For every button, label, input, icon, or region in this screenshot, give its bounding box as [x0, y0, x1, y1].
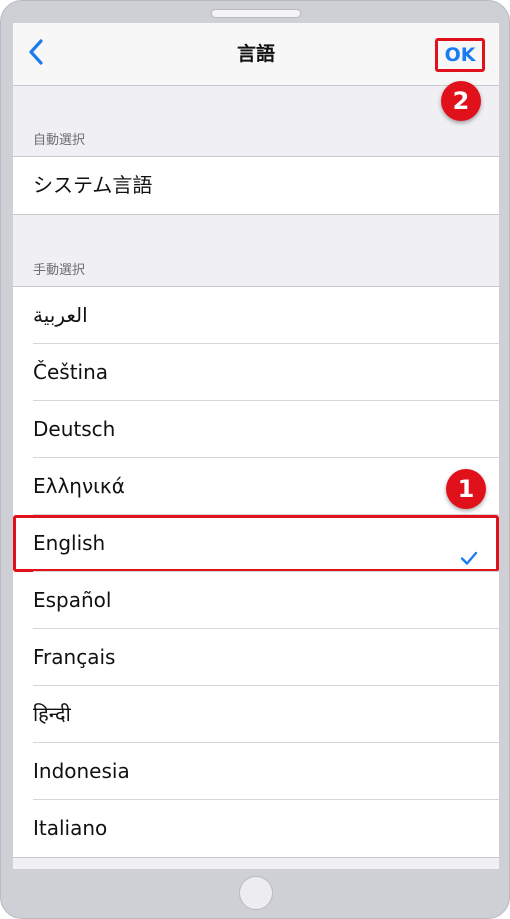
annotation-marker-1: 1: [446, 469, 486, 509]
page-title: 言語: [236, 43, 275, 65]
checkmark-icon: [459, 533, 479, 565]
home-button[interactable]: [239, 876, 273, 910]
auto-select-list: システム言語: [13, 156, 499, 215]
language-list: العربية Čeština Deutsch Ελληνικά English…: [13, 286, 499, 858]
language-item[interactable]: Indonesia: [13, 743, 499, 800]
language-item[interactable]: Français: [13, 629, 499, 686]
language-item[interactable]: العربية: [13, 287, 499, 344]
language-label: English: [33, 531, 106, 555]
ok-button[interactable]: OK: [435, 38, 485, 72]
language-item[interactable]: हिन्दी: [13, 686, 499, 743]
language-item-selected[interactable]: English: [13, 515, 499, 572]
language-item[interactable]: Italiano: [13, 800, 499, 857]
screen: 言語 OK 自動選択 システム言語 手動選択 العربية Čeština D…: [13, 23, 499, 869]
language-item[interactable]: Deutsch: [13, 401, 499, 458]
section-header-manual: 手動選択: [33, 263, 86, 278]
navigation-bar: 言語 OK: [13, 23, 499, 86]
speaker-grille: [211, 9, 301, 18]
list-item-system-language[interactable]: システム言語: [13, 157, 499, 214]
phone-frame: 言語 OK 自動選択 システム言語 手動選択 العربية Čeština D…: [0, 0, 510, 919]
language-item[interactable]: Ελληνικά: [13, 458, 499, 515]
language-item[interactable]: Español: [13, 572, 499, 629]
language-item[interactable]: Čeština: [13, 344, 499, 401]
section-header-auto: 自動選択: [33, 133, 86, 148]
annotation-marker-2: 2: [441, 81, 481, 121]
